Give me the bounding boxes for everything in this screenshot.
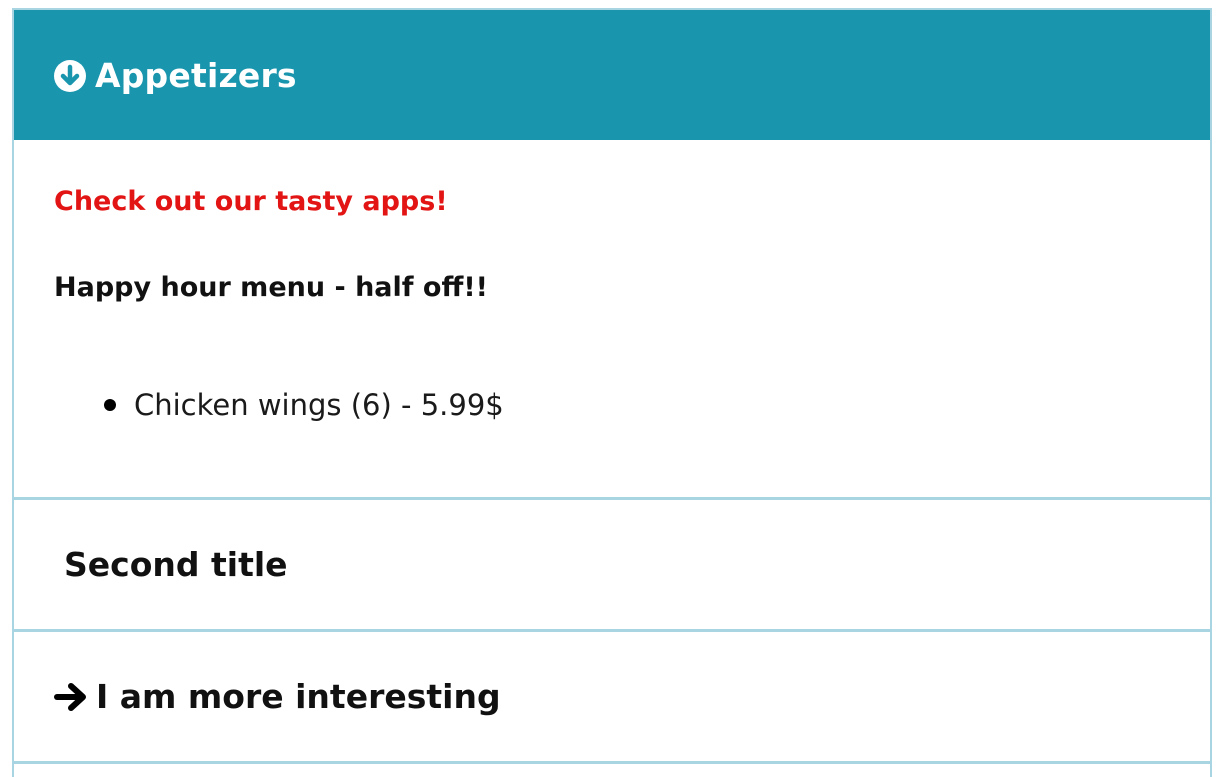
panel-title-interesting: I am more interesting	[96, 677, 501, 716]
bullet-icon	[104, 399, 116, 411]
list-item: Chicken wings (6) - 5.99$	[104, 388, 504, 422]
happy-hour-heading: Happy hour menu - half off!!	[54, 272, 488, 303]
panel-body-appetizers: Check out our tasty apps! Happy hour men…	[14, 140, 1210, 500]
panel-header-second[interactable]: Second title	[14, 500, 1210, 632]
menu-list: Chicken wings (6) - 5.99$	[104, 388, 504, 422]
panel-title-appetizers: Appetizers	[95, 55, 297, 95]
arrow-right-icon	[54, 682, 87, 712]
accordion: Appetizers Check out our tasty apps! Hap…	[12, 8, 1212, 777]
tagline-text: Check out our tasty apps!	[54, 186, 448, 217]
panel-header-interesting[interactable]: I am more interesting	[14, 632, 1210, 764]
panel-header-appetizers[interactable]: Appetizers	[14, 10, 1210, 140]
menu-item-text: Chicken wings (6) - 5.99$	[134, 388, 504, 422]
circle-arrow-down-icon	[54, 60, 86, 92]
panel-title-second: Second title	[64, 545, 288, 584]
